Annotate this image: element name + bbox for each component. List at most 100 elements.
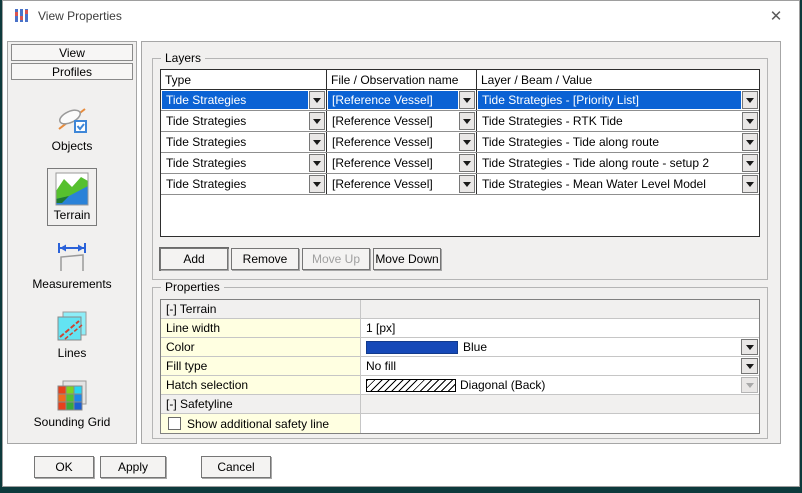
objects-icon — [54, 103, 90, 137]
layer-combo[interactable]: Tide Strategies - Mean Water Level Model — [478, 175, 758, 193]
layer-row: Tide Strategies [Reference Vessel] Tide … — [161, 174, 759, 195]
chevron-down-icon[interactable] — [741, 339, 758, 355]
fill-type-value-label: No fill — [366, 359, 396, 373]
lines-icon — [54, 310, 90, 344]
sidebar-item-objects[interactable]: Objects — [45, 99, 100, 157]
chevron-down-icon[interactable] — [742, 91, 758, 109]
measurements-icon — [54, 241, 90, 275]
line-width-value[interactable]: 1 [px] — [361, 319, 759, 337]
show-additional-safety-line-checkbox[interactable] — [168, 417, 181, 430]
apply-button[interactable]: Apply — [100, 456, 166, 478]
terrain-icon — [54, 172, 90, 206]
sidebar-item-terrain[interactable]: Terrain — [47, 168, 98, 226]
layer-row: Tide Strategies [Reference Vessel] Tide … — [161, 132, 759, 153]
chevron-down-icon[interactable] — [309, 91, 325, 109]
chevron-down-icon[interactable] — [459, 154, 475, 172]
type-combo[interactable]: Tide Strategies — [162, 154, 325, 172]
column-header-file: File / Observation name — [327, 70, 477, 89]
property-section-safetyline[interactable]: [-] Safetyline — [161, 395, 759, 414]
type-combo[interactable]: Tide Strategies — [162, 175, 325, 193]
column-header-type: Type — [161, 70, 327, 89]
color-swatch — [366, 341, 458, 354]
layers-table-header: Type File / Observation name Layer / Bea… — [161, 70, 759, 90]
main-panel: Layers Type File / Observation name Laye… — [141, 41, 781, 444]
chevron-down-icon[interactable] — [459, 112, 475, 130]
checkbox-label: Show additional safety line — [187, 417, 329, 431]
sidebar-item-measurements[interactable]: Measurements — [25, 237, 118, 295]
type-combo[interactable]: Tide Strategies — [162, 112, 325, 130]
property-row-hatch-selection: Hatch selection Diagonal (Back) — [161, 376, 759, 395]
fill-type-value[interactable]: No fill — [361, 357, 759, 375]
chevron-down-icon[interactable] — [309, 154, 325, 172]
type-combo[interactable]: Tide Strategies — [162, 133, 325, 151]
chevron-down-icon[interactable] — [309, 133, 325, 151]
title-bar: View Properties ✕ — [3, 1, 799, 31]
layer-row: Tide Strategies [Reference Vessel] Tide … — [161, 153, 759, 174]
cancel-button[interactable]: Cancel — [201, 456, 271, 478]
close-icon[interactable]: ✕ — [763, 5, 789, 27]
layer-combo[interactable]: Tide Strategies - RTK Tide — [478, 112, 758, 130]
color-value[interactable]: Blue — [361, 338, 759, 356]
property-row-show-additional-safety-line: Show additional safety line — [161, 414, 759, 433]
type-combo[interactable]: Tide Strategies — [162, 91, 325, 109]
color-value-label: Blue — [463, 340, 487, 354]
property-grid: [-] Terrain Line width 1 [px] Color Blue — [160, 299, 760, 434]
layers-table: Type File / Observation name Layer / Bea… — [160, 69, 760, 237]
app-icon — [13, 8, 29, 24]
property-row-line-width: Line width 1 [px] — [161, 319, 759, 338]
chevron-down-icon[interactable] — [742, 175, 758, 193]
file-combo[interactable]: [Reference Vessel] — [328, 154, 475, 172]
add-button[interactable]: Add — [160, 248, 228, 270]
chevron-down-icon[interactable] — [459, 91, 475, 109]
sidebar: View Profiles Objects — [7, 41, 137, 444]
hatch-selection-value[interactable]: Diagonal (Back) — [361, 376, 759, 394]
chevron-down-icon[interactable] — [741, 358, 758, 374]
properties-group-label: Properties — [161, 280, 224, 294]
sidebar-items: Objects Terrain — [8, 88, 136, 433]
sidebar-item-sounding-grid[interactable]: Sounding Grid — [27, 375, 118, 433]
property-row-fill-type: Fill type No fill — [161, 357, 759, 376]
layers-group-label: Layers — [161, 51, 205, 65]
move-up-button[interactable]: Move Up — [302, 248, 370, 270]
ok-button[interactable]: OK — [34, 456, 94, 478]
screen: View Properties ✕ View Profiles — [0, 0, 802, 493]
tab-view[interactable]: View — [11, 44, 133, 61]
chevron-down-icon[interactable] — [742, 112, 758, 130]
sidebar-item-label: Terrain — [54, 208, 91, 222]
layers-groupbox: Layers Type File / Observation name Laye… — [152, 58, 768, 280]
chevron-down-icon[interactable] — [309, 175, 325, 193]
view-properties-dialog: View Properties ✕ View Profiles — [2, 0, 800, 487]
hatch-pattern-swatch — [366, 379, 456, 392]
chevron-down-icon[interactable] — [742, 154, 758, 172]
remove-button[interactable]: Remove — [231, 248, 299, 270]
properties-groupbox: Properties [-] Terrain Line width 1 [px]… — [152, 287, 768, 439]
move-down-button[interactable]: Move Down — [373, 248, 441, 270]
property-row-color: Color Blue — [161, 338, 759, 357]
layer-combo[interactable]: Tide Strategies - Tide along route — [478, 133, 758, 151]
sidebar-item-label: Objects — [52, 139, 93, 153]
sidebar-item-label: Measurements — [32, 277, 111, 291]
sidebar-item-label: Sounding Grid — [34, 415, 111, 429]
property-section-terrain[interactable]: [-] Terrain — [161, 300, 759, 319]
chevron-down-icon[interactable] — [459, 175, 475, 193]
chevron-down-icon[interactable] — [459, 133, 475, 151]
layer-row: Tide Strategies [Reference Vessel] Tide … — [161, 90, 759, 111]
window-title: View Properties — [38, 9, 122, 23]
chevron-down-icon[interactable] — [309, 112, 325, 130]
layer-combo[interactable]: Tide Strategies - Tide along route - set… — [478, 154, 758, 172]
chevron-down-icon[interactable] — [742, 133, 758, 151]
column-header-layer: Layer / Beam / Value — [477, 70, 759, 89]
file-combo[interactable]: [Reference Vessel] — [328, 133, 475, 151]
tab-profiles[interactable]: Profiles — [11, 63, 133, 80]
hatch-value-label: Diagonal (Back) — [460, 378, 545, 392]
file-combo[interactable]: [Reference Vessel] — [328, 91, 475, 109]
layers-table-empty-area — [161, 195, 759, 236]
layer-row: Tide Strategies [Reference Vessel] Tide … — [161, 111, 759, 132]
file-combo[interactable]: [Reference Vessel] — [328, 175, 475, 193]
sidebar-item-label: Lines — [58, 346, 87, 360]
layer-combo[interactable]: Tide Strategies - [Priority List] — [478, 91, 758, 109]
sidebar-item-lines[interactable]: Lines — [47, 306, 97, 364]
file-combo[interactable]: [Reference Vessel] — [328, 112, 475, 130]
layer-buttons: Add Remove Move Up Move Down — [160, 248, 441, 270]
sounding-grid-icon — [54, 379, 90, 413]
